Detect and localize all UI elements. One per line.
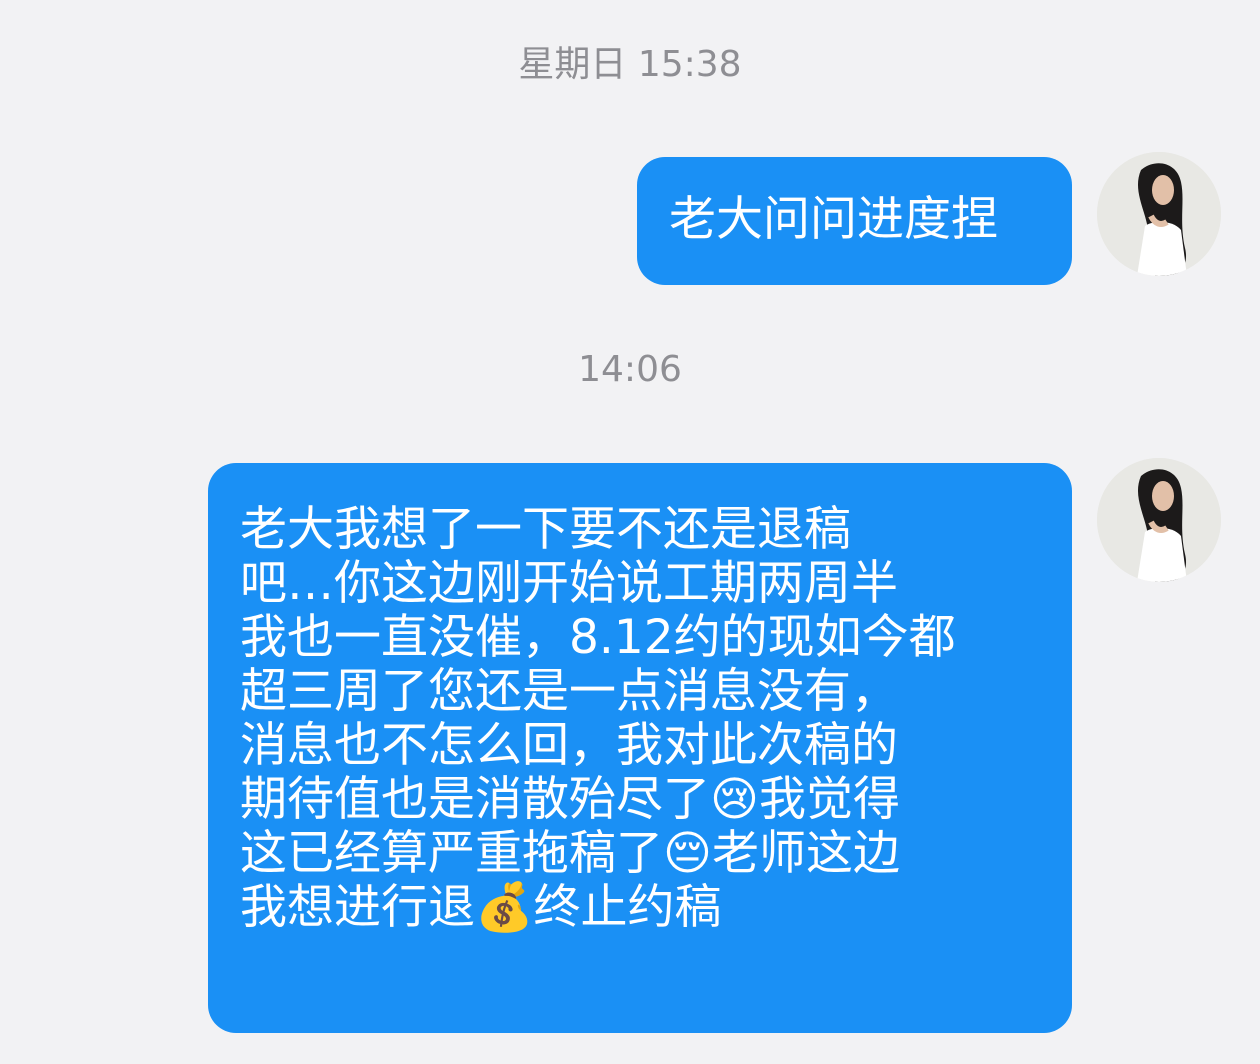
message-text: 老大我想了一下要不还是退稿 吧…你这边刚开始说工期两周半 我也一直没催，8.12… (240, 502, 956, 935)
message-timestamp: 星期日 15:38 (518, 44, 742, 85)
message-bubble[interactable]: 老大我想了一下要不还是退稿 吧…你这边刚开始说工期两周半 我也一直没催，8.12… (208, 463, 1072, 1033)
message-timestamp: 14:06 (578, 349, 682, 390)
avatar-photo-icon (1097, 458, 1221, 582)
message-text: 老大问问进度捏 (669, 192, 998, 247)
avatar-photo-icon (1097, 152, 1221, 276)
user-avatar[interactable] (1097, 152, 1221, 276)
message-bubble[interactable]: 老大问问进度捏 (637, 157, 1072, 285)
user-avatar[interactable] (1097, 458, 1221, 582)
